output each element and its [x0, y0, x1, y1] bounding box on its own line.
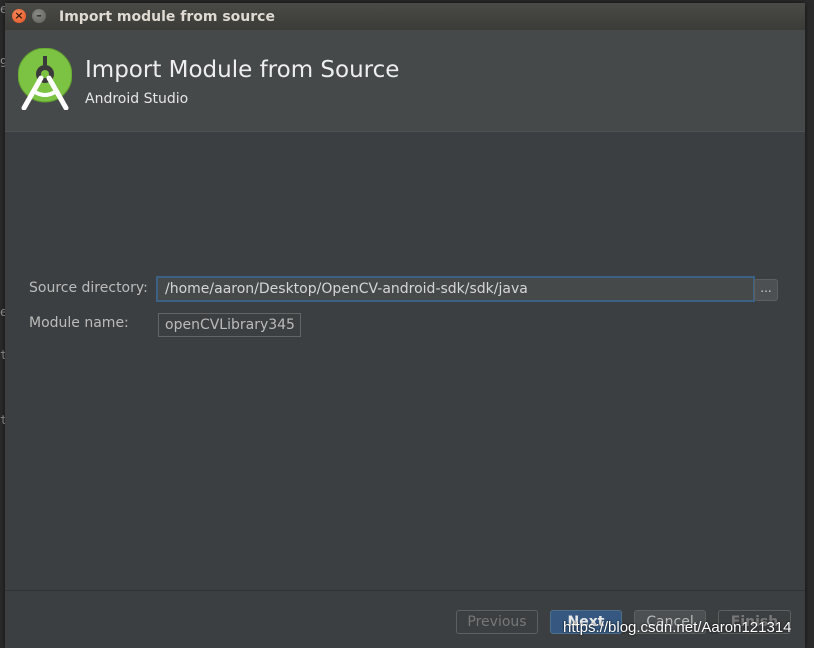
import-module-dialog: × – Import module from source Import Mod… [5, 3, 805, 648]
title-bar: × – Import module from source [5, 3, 805, 31]
browse-button[interactable]: ... [754, 279, 778, 301]
previous-button[interactable]: Previous [456, 610, 538, 634]
module-name-label: Module name: [29, 315, 129, 331]
close-icon: × [14, 9, 24, 22]
dialog-heading: Import Module from Source [85, 57, 400, 83]
dialog-subheading: Android Studio [85, 91, 189, 107]
dialog-header: Import Module from Source Android Studio [5, 30, 805, 132]
minimize-icon: – [36, 9, 42, 22]
source-directory-input[interactable]: /home/aaron/Desktop/OpenCV-android-sdk/s… [157, 277, 754, 301]
module-name-field[interactable]: openCVLibrary345 [158, 313, 301, 337]
close-window-button[interactable]: × [12, 9, 26, 23]
watermark-url: https://blog.csdn.net/Aaron121314 [563, 619, 792, 636]
footer-divider [5, 590, 805, 591]
source-directory-label: Source directory: [29, 280, 148, 296]
android-studio-icon [18, 48, 72, 110]
window-title: Import module from source [59, 9, 275, 25]
minimize-window-button[interactable]: – [32, 9, 46, 23]
